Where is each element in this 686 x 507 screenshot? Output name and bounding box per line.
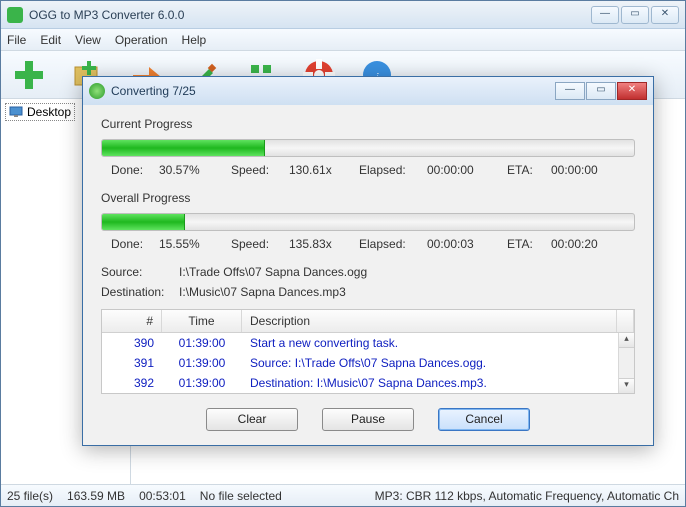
dialog-close-button[interactable]: ✕ bbox=[617, 82, 647, 100]
log-time: 01:39:00 bbox=[162, 355, 242, 371]
done-label: Done: bbox=[101, 163, 159, 177]
window-controls: — ▭ ✕ bbox=[591, 6, 679, 24]
source-value: I:\Trade Offs\07 Sapna Dances.ogg bbox=[179, 265, 367, 279]
dialog-maximize-button[interactable]: ▭ bbox=[586, 82, 616, 100]
overall-progress-label: Overall Progress bbox=[101, 191, 635, 205]
status-file-count: 25 file(s) bbox=[7, 489, 53, 503]
overall-metrics: Done: 15.55% Speed: 135.83x Elapsed: 00:… bbox=[101, 237, 635, 251]
menu-help[interactable]: Help bbox=[182, 33, 207, 47]
eta-label: ETA: bbox=[507, 237, 551, 251]
log-rows: 39001:39:00Start a new converting task.3… bbox=[102, 333, 618, 393]
current-speed-value: 130.61x bbox=[289, 163, 359, 177]
source-row: Source: I:\Trade Offs\07 Sapna Dances.og… bbox=[101, 265, 635, 279]
titlebar: OGG to MP3 Converter 6.0.0 — ▭ ✕ bbox=[1, 1, 685, 29]
current-progress-fill bbox=[102, 140, 265, 156]
overall-progress-fill bbox=[102, 214, 185, 230]
elapsed-label: Elapsed: bbox=[359, 237, 427, 251]
add-files-button[interactable] bbox=[9, 55, 49, 95]
statusbar: 25 file(s) 163.59 MB 00:53:01 No file se… bbox=[1, 484, 685, 506]
dialog-title: Converting 7/25 bbox=[111, 84, 555, 98]
dialog-buttons: Clear Pause Cancel bbox=[101, 408, 635, 431]
log-time: 01:39:00 bbox=[162, 375, 242, 391]
menubar: File Edit View Operation Help bbox=[1, 29, 685, 51]
desktop-icon bbox=[9, 105, 23, 119]
menu-file[interactable]: File bbox=[7, 33, 26, 47]
log-row[interactable]: 39001:39:00Start a new converting task. bbox=[102, 333, 618, 353]
minimize-button[interactable]: — bbox=[591, 6, 619, 24]
status-duration: 00:53:01 bbox=[139, 489, 186, 503]
log-num: 391 bbox=[102, 355, 162, 371]
maximize-button[interactable]: ▭ bbox=[621, 6, 649, 24]
eta-label: ETA: bbox=[507, 163, 551, 177]
scroll-track[interactable] bbox=[619, 348, 634, 378]
current-progress-label: Current Progress bbox=[101, 117, 635, 131]
log-col-time[interactable]: Time bbox=[162, 310, 242, 332]
clear-button[interactable]: Clear bbox=[206, 408, 298, 431]
current-progressbar bbox=[101, 139, 635, 157]
convert-icon bbox=[89, 83, 105, 99]
log-time: 01:39:00 bbox=[162, 335, 242, 351]
log-num: 390 bbox=[102, 335, 162, 351]
dialog-body: Current Progress Done: 30.57% Speed: 130… bbox=[83, 105, 653, 445]
overall-eta-value: 00:00:20 bbox=[551, 237, 621, 251]
log-table: # Time Description 39001:39:00Start a ne… bbox=[101, 309, 635, 394]
elapsed-label: Elapsed: bbox=[359, 163, 427, 177]
tree-item-label: Desktop bbox=[27, 105, 71, 119]
menu-operation[interactable]: Operation bbox=[115, 33, 168, 47]
current-done-value: 30.57% bbox=[159, 163, 231, 177]
overall-progressbar bbox=[101, 213, 635, 231]
overall-done-value: 15.55% bbox=[159, 237, 231, 251]
current-elapsed-value: 00:00:00 bbox=[427, 163, 507, 177]
cancel-button[interactable]: Cancel bbox=[438, 408, 530, 431]
menu-edit[interactable]: Edit bbox=[40, 33, 61, 47]
dialog-minimize-button[interactable]: — bbox=[555, 82, 585, 100]
app-title: OGG to MP3 Converter 6.0.0 bbox=[29, 8, 591, 22]
scroll-up-icon[interactable]: ▴ bbox=[619, 333, 634, 348]
overall-speed-value: 135.83x bbox=[289, 237, 359, 251]
status-selection: No file selected bbox=[200, 489, 282, 503]
current-metrics: Done: 30.57% Speed: 130.61x Elapsed: 00:… bbox=[101, 163, 635, 177]
dialog-window-controls: — ▭ ✕ bbox=[555, 82, 647, 100]
status-format: MP3: CBR 112 kbps, Automatic Frequency, … bbox=[375, 489, 679, 503]
log-desc: Destination: I:\Music\07 Sapna Dances.mp… bbox=[242, 375, 618, 391]
log-row[interactable]: 39101:39:00Source: I:\Trade Offs\07 Sapn… bbox=[102, 353, 618, 373]
log-col-scroll bbox=[617, 310, 634, 332]
done-label: Done: bbox=[101, 237, 159, 251]
log-header: # Time Description bbox=[102, 310, 634, 333]
destination-row: Destination: I:\Music\07 Sapna Dances.mp… bbox=[101, 285, 635, 299]
source-label: Source: bbox=[101, 265, 179, 279]
speed-label: Speed: bbox=[231, 237, 289, 251]
log-desc: Start a new converting task. bbox=[242, 335, 618, 351]
app-icon bbox=[7, 7, 23, 23]
tree-item-desktop[interactable]: Desktop bbox=[5, 103, 75, 121]
log-col-num[interactable]: # bbox=[102, 310, 162, 332]
menu-view[interactable]: View bbox=[75, 33, 101, 47]
log-col-desc[interactable]: Description bbox=[242, 310, 617, 332]
close-button[interactable]: ✕ bbox=[651, 6, 679, 24]
current-eta-value: 00:00:00 bbox=[551, 163, 621, 177]
log-num: 392 bbox=[102, 375, 162, 391]
destination-label: Destination: bbox=[101, 285, 179, 299]
converting-dialog: Converting 7/25 — ▭ ✕ Current Progress D… bbox=[82, 76, 654, 446]
overall-elapsed-value: 00:00:03 bbox=[427, 237, 507, 251]
destination-value: I:\Music\07 Sapna Dances.mp3 bbox=[179, 285, 346, 299]
log-scrollbar[interactable]: ▴ ▾ bbox=[618, 333, 634, 393]
speed-label: Speed: bbox=[231, 163, 289, 177]
log-row[interactable]: 39201:39:00Destination: I:\Music\07 Sapn… bbox=[102, 373, 618, 393]
pause-button[interactable]: Pause bbox=[322, 408, 414, 431]
status-size: 163.59 MB bbox=[67, 489, 125, 503]
dialog-titlebar: Converting 7/25 — ▭ ✕ bbox=[83, 77, 653, 105]
scroll-down-icon[interactable]: ▾ bbox=[619, 378, 634, 393]
log-desc: Source: I:\Trade Offs\07 Sapna Dances.og… bbox=[242, 355, 618, 371]
